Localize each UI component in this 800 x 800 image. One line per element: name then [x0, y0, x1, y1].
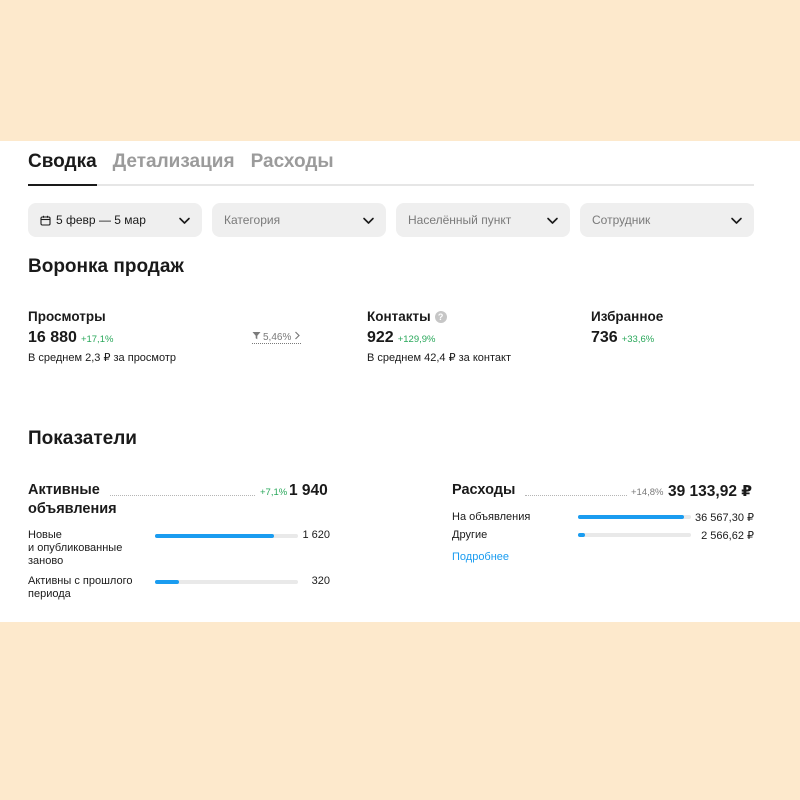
- active-listings-title: Активные объявления: [28, 481, 117, 519]
- new-listings-bar: [155, 534, 298, 538]
- contacts-value: 922: [367, 329, 394, 346]
- expenses-title: Расходы: [452, 482, 516, 498]
- other-expense-bar-fill: [578, 533, 586, 537]
- calendar-icon: [40, 215, 51, 226]
- favorites-value: 736: [591, 329, 618, 346]
- favorites-label: Избранное: [591, 309, 664, 324]
- other-expense-value: 2 566,62 ₽: [701, 530, 754, 542]
- active-listings-title-line2: объявления: [28, 501, 117, 517]
- contacts-label: Контакты: [367, 309, 431, 324]
- contacts-change: +129,9%: [397, 334, 436, 345]
- employee-placeholder: Сотрудник: [592, 213, 651, 227]
- filter-bar: 5 февр — 5 мар Категория Населённый пунк…: [28, 203, 754, 237]
- chevron-down-icon: [178, 214, 191, 227]
- active-listings-change: +7,1%: [260, 487, 288, 498]
- metric-views: Просмотры 16 880 +17,1% В среднем 2,3 ₽ …: [28, 309, 176, 364]
- tab-summary[interactable]: Сводка: [28, 150, 97, 186]
- help-icon[interactable]: ?: [434, 310, 447, 323]
- tab-details[interactable]: Детализация: [113, 150, 235, 184]
- chevron-down-icon: [362, 214, 375, 227]
- category-select[interactable]: Категория: [212, 203, 386, 237]
- favorites-change: +33,6%: [621, 334, 655, 345]
- views-label: Просмотры: [28, 309, 106, 324]
- views-average: В среднем 2,3 ₽ за просмотр: [28, 352, 177, 364]
- ads-expense-label: На объявления: [452, 511, 531, 523]
- ads-expense-bar: [578, 515, 691, 519]
- indicators-title: Показатели: [28, 428, 137, 449]
- carried-listings-bar-fill: [155, 580, 179, 584]
- filter-funnel-icon: [252, 331, 261, 343]
- employee-select[interactable]: Сотрудник: [580, 203, 754, 237]
- conversion-value: 5,46%: [263, 331, 292, 343]
- expenses-change: +14,8%: [631, 487, 664, 498]
- chevron-down-icon: [546, 214, 559, 227]
- carried-listings-bar: [155, 580, 298, 584]
- chevron-right-icon: [293, 331, 301, 343]
- metric-favorites: Избранное 736 +33,6%: [591, 309, 663, 347]
- date-range-select[interactable]: 5 февр — 5 мар: [28, 203, 202, 237]
- other-expense-label: Другие: [452, 529, 488, 541]
- ads-expense-value: 36 567,30 ₽: [695, 512, 754, 524]
- category-placeholder: Категория: [224, 213, 281, 227]
- new-listings-value: 1 620: [302, 529, 330, 541]
- active-listings-value: 1 940: [289, 482, 328, 499]
- date-range-value: 5 февр — 5 мар: [56, 213, 146, 227]
- carried-listings-value: 320: [311, 575, 330, 587]
- new-listings-label: Новые и опубликованные заново: [28, 529, 123, 567]
- contacts-average: В среднем 42,4 ₽ за контакт: [367, 352, 511, 364]
- locality-select[interactable]: Населённый пункт: [396, 203, 570, 237]
- active-listings-title-line1: Активные: [28, 482, 100, 498]
- dotted-leader: [525, 495, 627, 496]
- expenses-value: 39 133,92 ₽: [668, 483, 753, 500]
- views-change: +17,1%: [80, 334, 114, 345]
- conversion-link[interactable]: 5,46%: [252, 331, 302, 344]
- tab-expenses[interactable]: Расходы: [251, 150, 334, 184]
- locality-placeholder: Населённый пункт: [408, 213, 512, 227]
- ads-expense-bar-fill: [578, 515, 684, 519]
- dotted-leader: [110, 495, 255, 496]
- new-listings-bar-fill: [155, 534, 275, 538]
- views-value: 16 880: [28, 329, 77, 346]
- funnel-title: Воронка продаж: [28, 256, 184, 277]
- metric-contacts: Контакты ? 922 +129,9% В среднем 42,4 ₽ …: [367, 309, 511, 364]
- more-details-link[interactable]: Подробнее: [452, 551, 509, 563]
- tab-bar: Сводка Детализация Расходы: [28, 150, 754, 186]
- chevron-down-icon: [730, 214, 743, 227]
- other-expense-bar: [578, 533, 691, 537]
- carried-listings-label: Активны с прошлого периода: [28, 575, 133, 600]
